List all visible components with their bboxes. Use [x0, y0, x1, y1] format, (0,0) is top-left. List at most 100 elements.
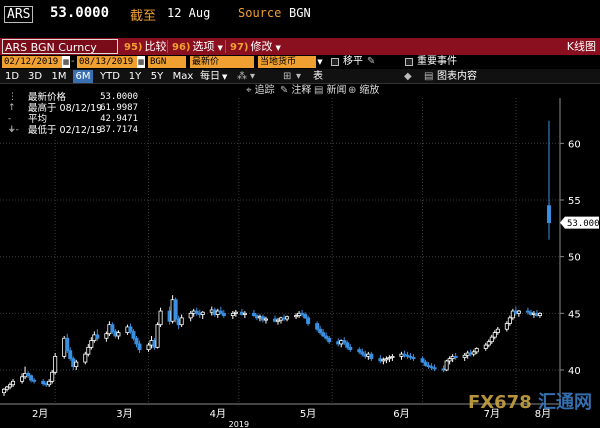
last-price: 53.0000 [50, 5, 110, 21]
candle-body [200, 311, 205, 315]
candle-body [390, 355, 395, 358]
candle-body [345, 342, 350, 348]
period-1d[interactable]: 1D [4, 70, 20, 83]
period-1m[interactable]: 1M [50, 70, 68, 83]
period-3d[interactable]: 3D [26, 70, 44, 83]
options-button[interactable]: 96) 选项 ▼ [172, 39, 223, 54]
x-tick-label: 4月 [210, 408, 226, 420]
edit-button[interactable]: 97) 修改 ▼ [230, 39, 281, 54]
period-ytd[interactable]: YTD [98, 70, 122, 83]
period-max[interactable]: Max [171, 70, 195, 83]
news-tool[interactable]: ▤ 新闻 [314, 85, 346, 97]
candle-body [369, 353, 374, 360]
candle-body [474, 348, 479, 353]
events-checkbox[interactable] [405, 58, 413, 66]
last-price-tag-label: 53.0000 [567, 219, 600, 229]
track-tool[interactable]: ⌖ 追踪 [246, 85, 275, 97]
candle-body [155, 324, 160, 348]
candle-body [83, 353, 88, 363]
candle-body [537, 312, 542, 316]
candle-body [327, 337, 332, 343]
zoom-tool[interactable]: ⊕ 缩放 [348, 85, 379, 97]
chart-content-icon: ▤ [424, 71, 434, 82]
options-label: 选项 [192, 40, 215, 53]
chart-content-button[interactable]: 图表内容 [437, 71, 477, 83]
y-tick-label: 55 [568, 196, 581, 207]
move-checkbox[interactable] [331, 58, 339, 66]
candle-body [128, 326, 133, 332]
candle-icon: ⋮ [8, 92, 17, 102]
currency-select[interactable]: 当地货币 [258, 56, 316, 68]
ruler-icon[interactable]: ⊞ [283, 71, 291, 83]
function-toolbar: ARS BGN Curncy 95) 比较 96) 选项 ▼ 97) 修改 ▼ K线图 [0, 38, 600, 55]
track-label: 追踪 [254, 85, 275, 96]
asof-date: 12 Aug [167, 6, 211, 20]
candle-body [137, 343, 142, 351]
chevron-down-icon[interactable]: ▾ [250, 71, 255, 83]
frequency-select[interactable]: 每日 ▼ [200, 70, 227, 83]
chevron-down-icon[interactable]: ▼ [316, 56, 324, 68]
candle-body [53, 355, 58, 373]
period-6m[interactable]: 6M [73, 70, 93, 83]
candle-body [492, 332, 497, 338]
frequency-label: 每日 [200, 71, 220, 82]
chart-type-label[interactable]: K线图 [567, 39, 596, 54]
candle-body [179, 317, 184, 326]
candle-body [444, 360, 449, 371]
candle-body [116, 332, 121, 337]
chevron-down-icon[interactable]: ▾ [296, 71, 301, 83]
collapse-icon[interactable]: ◆ [404, 71, 412, 83]
quote-header: ARS 53.0000 截至 12 Aug Source BGN [0, 0, 600, 30]
options-num: 96) [172, 42, 191, 53]
candle-body [221, 312, 226, 316]
annotate-tool[interactable]: ✎ 注释 [280, 85, 311, 97]
toolbar-divider [167, 40, 168, 53]
news-label: 新闻 [326, 85, 347, 96]
y-tick-label: 40 [568, 366, 581, 377]
candle-body [495, 328, 500, 333]
candle-body [32, 379, 37, 382]
price-chart[interactable]: 2月3月4月5月6月7月8月2019404550556053.0000 [0, 98, 600, 428]
compare-num: 95) [124, 42, 143, 53]
ticker-symbol[interactable]: ARS [4, 6, 37, 23]
pencil-icon[interactable]: ✎ [367, 56, 375, 68]
low-icon: ↓ [8, 125, 16, 135]
candle-body [11, 380, 16, 386]
start-date-field[interactable]: 02/12/2019 [2, 56, 62, 68]
zoom-label: 缩放 [359, 85, 380, 96]
candle-body [158, 310, 163, 326]
candle-body [65, 337, 70, 352]
x-tick-label: 2月 [32, 408, 48, 420]
candle-body [285, 316, 290, 320]
end-date-field[interactable]: 08/13/2019 [77, 56, 137, 68]
edit-num: 97) [230, 42, 249, 53]
candle-body [507, 317, 512, 324]
security-field[interactable]: ARS BGN Curncy [2, 39, 118, 54]
chart-type-icon[interactable]: ⁂ [237, 71, 247, 83]
candle-body [483, 344, 488, 349]
table-view-button[interactable]: 表 [313, 71, 323, 83]
candle-body [432, 367, 437, 370]
price-field-select[interactable]: 最新价 [190, 56, 254, 68]
candle-body [318, 328, 323, 333]
candle-body [146, 344, 151, 350]
x-tick-label: 3月 [116, 408, 132, 420]
legend-high-label: 最高于 08/12/19 [28, 103, 103, 114]
candle-body [86, 346, 91, 355]
candle-body [263, 318, 268, 321]
period-5y[interactable]: 5Y [149, 70, 165, 83]
period-1y[interactable]: 1Y [127, 70, 143, 83]
edit-label: 修改 [250, 40, 273, 53]
calendar-icon[interactable]: ▦ [137, 56, 145, 68]
compare-button[interactable]: 95) 比较 [124, 39, 167, 54]
legend-low-label: 最低于 02/12/19 [28, 125, 103, 136]
candle-body [420, 358, 425, 363]
candle-body [423, 361, 428, 366]
ticker-box[interactable]: ARS [4, 6, 34, 23]
pricing-source-field[interactable]: BGN [148, 56, 186, 68]
source-value: BGN [289, 6, 311, 20]
candle-body [489, 336, 494, 343]
y-tick-label: 50 [568, 253, 581, 264]
calendar-icon[interactable]: ▦ [62, 56, 70, 68]
candle-body [134, 337, 139, 345]
